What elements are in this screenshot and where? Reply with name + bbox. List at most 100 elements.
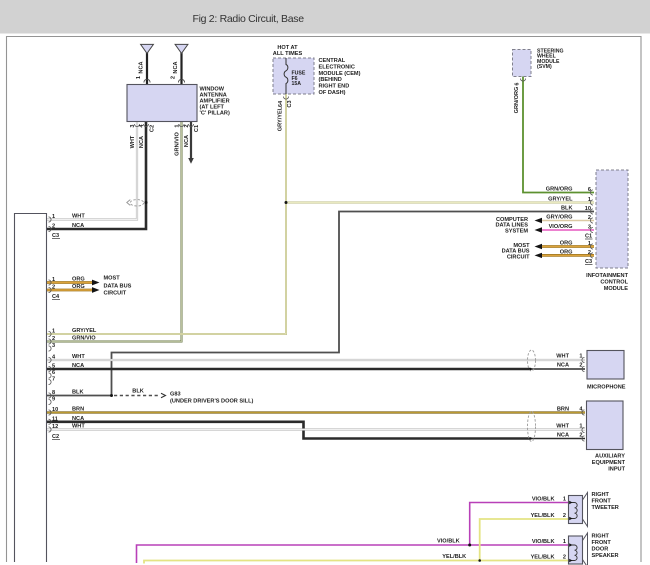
svg-text:4: 4 xyxy=(139,124,145,128)
svg-text:7: 7 xyxy=(52,377,55,383)
svg-text:1: 1 xyxy=(563,539,566,545)
svg-text:C3: C3 xyxy=(585,259,592,265)
svg-text:NCA: NCA xyxy=(173,61,179,73)
svg-text:2: 2 xyxy=(579,362,582,368)
svg-text:2: 2 xyxy=(171,76,177,79)
svg-text:6: 6 xyxy=(515,82,521,85)
svg-text:1: 1 xyxy=(588,241,591,247)
svg-text:INFOTAINMENT: INFOTAINMENT xyxy=(586,273,628,279)
svg-text:CENTRAL: CENTRAL xyxy=(319,58,346,64)
svg-text:CIRCUIT: CIRCUIT xyxy=(507,254,530,260)
svg-text:Fig 2: Radio Circuit, Base: Fig 2: Radio Circuit, Base xyxy=(193,13,305,25)
svg-text:GRN/ORG: GRN/ORG xyxy=(546,187,573,193)
svg-text:NCA: NCA xyxy=(557,432,569,438)
svg-text:WHT: WHT xyxy=(130,135,136,148)
svg-text:C1: C1 xyxy=(585,234,592,240)
svg-text:CIRCUIT: CIRCUIT xyxy=(104,291,127,297)
svg-text:GRY/YEL: GRY/YEL xyxy=(278,106,284,131)
svg-text:2: 2 xyxy=(579,432,582,438)
svg-text:AUXILIARY: AUXILIARY xyxy=(595,454,625,460)
svg-text:NCA: NCA xyxy=(72,223,84,229)
svg-text:1: 1 xyxy=(588,197,591,203)
svg-text:GRN/VIO: GRN/VIO xyxy=(175,132,181,156)
svg-text:GRY/ORG: GRY/ORG xyxy=(546,215,572,221)
svg-text:64: 64 xyxy=(278,100,284,107)
svg-text:(SVM): (SVM) xyxy=(537,64,552,70)
svg-text:MOST: MOST xyxy=(104,276,121,282)
svg-text:1: 1 xyxy=(563,496,566,502)
svg-text:GRY/YEL: GRY/YEL xyxy=(72,328,97,334)
svg-text:9: 9 xyxy=(52,397,55,403)
svg-text:WHT: WHT xyxy=(72,214,85,220)
svg-text:ORG: ORG xyxy=(560,249,573,255)
svg-text:2: 2 xyxy=(52,336,55,342)
svg-text:2: 2 xyxy=(184,124,190,127)
svg-text:WHT: WHT xyxy=(556,423,569,429)
svg-text:ORG: ORG xyxy=(560,241,573,247)
svg-text:SYSTEM: SYSTEM xyxy=(505,228,528,234)
svg-text:DATA BUS: DATA BUS xyxy=(104,284,132,290)
svg-text:C2: C2 xyxy=(52,434,59,440)
svg-text:EQUIPMENT: EQUIPMENT xyxy=(592,460,626,466)
svg-text:GRN/ORG: GRN/ORG xyxy=(514,87,520,114)
svg-text:YEL/BLK: YEL/BLK xyxy=(442,554,466,560)
svg-text:1: 1 xyxy=(579,353,582,359)
svg-text:OF DASH): OF DASH) xyxy=(319,90,346,96)
svg-text:ORG: ORG xyxy=(72,277,85,283)
svg-text:TWEETER: TWEETER xyxy=(592,505,619,511)
svg-text:YEL/BLK: YEL/BLK xyxy=(531,554,555,560)
svg-text:3: 3 xyxy=(52,343,55,349)
svg-text:1: 1 xyxy=(136,76,142,79)
svg-text:SPEAKER: SPEAKER xyxy=(592,553,619,559)
svg-text:6: 6 xyxy=(52,370,55,376)
svg-text:GRY/YEL: GRY/YEL xyxy=(548,197,573,203)
svg-text:6: 6 xyxy=(588,187,591,193)
svg-text:1: 1 xyxy=(175,124,181,127)
svg-text:'C' PILLAR): 'C' PILLAR) xyxy=(200,111,230,117)
svg-text:3: 3 xyxy=(130,124,136,127)
svg-text:2: 2 xyxy=(52,285,55,291)
svg-text:CONTROL: CONTROL xyxy=(600,280,628,286)
svg-text:BLK: BLK xyxy=(132,388,144,394)
svg-text:MODULE: MODULE xyxy=(604,286,629,292)
svg-text:NCA: NCA xyxy=(72,416,84,422)
svg-text:NCA: NCA xyxy=(557,362,569,368)
svg-text:VIO/BLK: VIO/BLK xyxy=(437,539,460,545)
svg-text:NCA: NCA xyxy=(139,136,145,148)
svg-text:NCA: NCA xyxy=(72,363,84,369)
svg-text:10: 10 xyxy=(52,407,58,413)
svg-text:G83: G83 xyxy=(170,391,181,397)
svg-text:15A: 15A xyxy=(292,81,302,87)
svg-text:5: 5 xyxy=(52,364,55,370)
svg-text:ELECTRONIC: ELECTRONIC xyxy=(319,64,355,70)
svg-text:MODULE (CEM): MODULE (CEM) xyxy=(319,71,361,77)
svg-text:BRN: BRN xyxy=(557,406,569,412)
svg-text:2: 2 xyxy=(52,224,55,230)
svg-text:FRONT: FRONT xyxy=(592,540,612,546)
svg-text:NCA: NCA xyxy=(139,61,145,73)
svg-text:C2: C2 xyxy=(150,125,156,132)
svg-text:BLK: BLK xyxy=(72,390,84,396)
svg-text:C4: C4 xyxy=(52,294,60,300)
svg-text:WHT: WHT xyxy=(556,353,569,359)
svg-text:1: 1 xyxy=(52,277,55,283)
svg-text:NCA: NCA xyxy=(184,135,190,147)
svg-text:ALL TIMES: ALL TIMES xyxy=(273,51,303,57)
svg-text:(BEHIND: (BEHIND xyxy=(319,77,342,83)
svg-text:RIGHT: RIGHT xyxy=(592,534,610,540)
svg-text:VIO/BLK: VIO/BLK xyxy=(532,539,555,545)
svg-text:BRN: BRN xyxy=(72,407,84,413)
svg-text:WHT: WHT xyxy=(72,354,85,360)
svg-text:C1: C1 xyxy=(194,125,200,132)
svg-text:FRONT: FRONT xyxy=(592,499,612,505)
svg-text:8: 8 xyxy=(52,390,55,396)
svg-text:2: 2 xyxy=(588,250,591,256)
svg-text:MICROPHONE: MICROPHONE xyxy=(587,385,626,391)
svg-text:RIGHT: RIGHT xyxy=(592,492,610,498)
svg-text:BLK: BLK xyxy=(561,206,573,212)
svg-text:ORG: ORG xyxy=(72,284,85,290)
svg-text:DOOR: DOOR xyxy=(592,547,609,553)
svg-text:11: 11 xyxy=(52,417,58,423)
svg-text:10: 10 xyxy=(585,206,591,212)
svg-text:RIGHT END: RIGHT END xyxy=(319,84,350,90)
